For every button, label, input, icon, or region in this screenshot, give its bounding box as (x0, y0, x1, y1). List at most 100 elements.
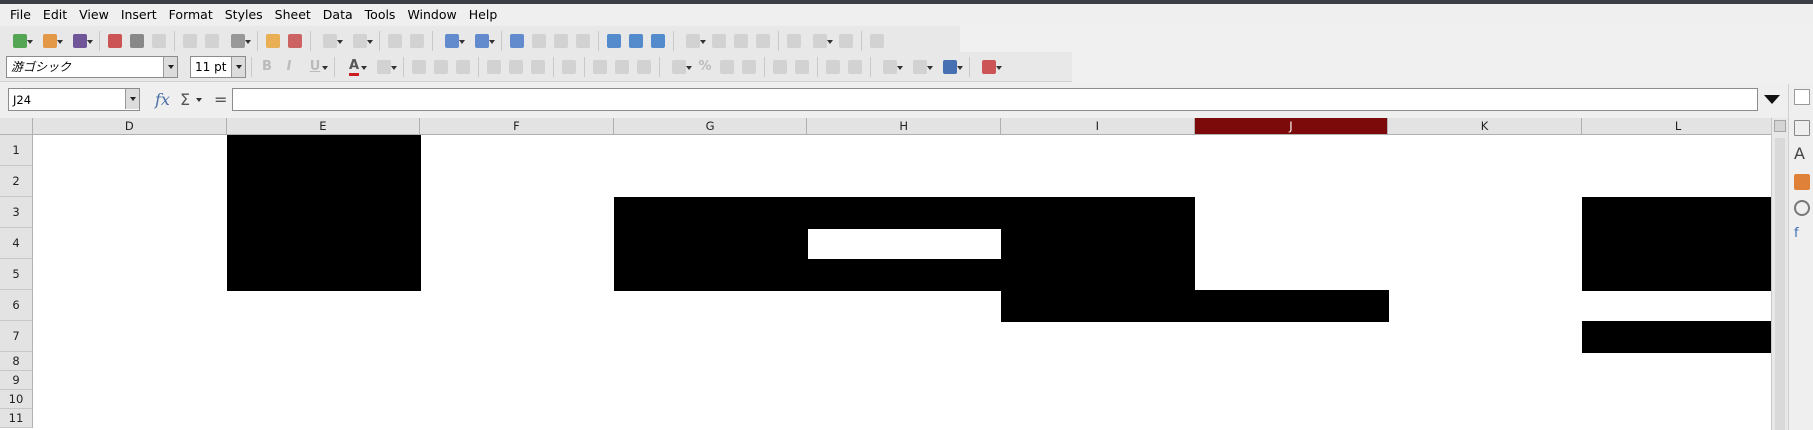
currency-format-icon[interactable] (665, 57, 693, 77)
formula-input[interactable] (232, 88, 1758, 111)
expand-formula-bar-icon[interactable] (1758, 88, 1786, 111)
formula-icon[interactable]: = (214, 90, 227, 109)
unmerge-cells-icon[interactable] (634, 57, 654, 77)
filled-cell-l5[interactable] (1581, 259, 1771, 291)
export-pdf-icon[interactable] (105, 31, 125, 51)
name-box[interactable]: J24 (8, 88, 140, 111)
page-icon[interactable] (1794, 120, 1810, 136)
align-center-icon[interactable] (431, 57, 451, 77)
column-header-d[interactable]: D (33, 118, 227, 135)
sort-icon[interactable] (507, 31, 527, 51)
redo-icon[interactable] (346, 31, 374, 51)
menu-view[interactable]: View (73, 4, 115, 26)
row-header-3[interactable]: 3 (0, 197, 33, 228)
column-header-j[interactable]: J (1194, 118, 1389, 135)
cut-icon[interactable] (180, 31, 200, 51)
filled-cell-j6[interactable] (1194, 290, 1389, 322)
undo-icon[interactable] (316, 31, 344, 51)
column-header-l[interactable]: L (1581, 118, 1771, 135)
borders-icon[interactable] (876, 57, 904, 77)
row-icon[interactable] (438, 31, 466, 51)
row-header-1[interactable]: 1 (0, 135, 33, 166)
filled-cell-e1[interactable] (226, 135, 421, 167)
menu-tools[interactable]: Tools (359, 4, 402, 26)
italic-icon[interactable]: I (279, 57, 299, 77)
scroll-up-arrow[interactable] (1774, 120, 1786, 132)
special-character-icon[interactable] (679, 31, 707, 51)
bold-icon[interactable]: B (257, 57, 277, 77)
highlight-color-icon[interactable] (370, 57, 398, 77)
save-icon[interactable] (66, 31, 94, 51)
column-header-h[interactable]: H (807, 118, 1001, 135)
print-icon[interactable] (127, 31, 147, 51)
insert-chart-icon[interactable] (626, 31, 646, 51)
properties-icon[interactable] (1794, 89, 1810, 105)
clone-format-icon[interactable] (263, 31, 283, 51)
row-header-8[interactable]: 8 (0, 352, 33, 371)
navigator-icon[interactable] (1794, 200, 1810, 216)
split-window-icon[interactable] (836, 31, 856, 51)
menu-window[interactable]: Window (401, 4, 462, 26)
column-icon[interactable] (468, 31, 496, 51)
filled-cell-i5[interactable] (1001, 259, 1196, 291)
column-header-k[interactable]: K (1388, 118, 1582, 135)
column-header-e[interactable]: E (226, 118, 421, 135)
select-all-corner[interactable] (0, 118, 33, 135)
spreadsheet-grid[interactable]: D E F G H I J K L 1 2 3 4 5 6 7 8 9 10 11 (0, 118, 1771, 430)
menu-file[interactable]: File (4, 4, 37, 26)
date-format-icon[interactable] (739, 57, 759, 77)
function-wizard-icon[interactable]: fx (155, 90, 170, 109)
chevron-down-icon[interactable] (125, 89, 139, 109)
wrap-text-icon[interactable] (559, 57, 579, 77)
filled-cell-i6[interactable] (1001, 290, 1196, 322)
merge-center-icon[interactable] (590, 57, 610, 77)
filled-cell-g4[interactable] (613, 228, 808, 260)
border-color-icon[interactable] (936, 57, 964, 77)
align-right-icon[interactable] (453, 57, 473, 77)
menu-sheet[interactable]: Sheet (269, 4, 317, 26)
decrease-indent-icon[interactable] (845, 57, 865, 77)
print-preview-icon[interactable] (149, 31, 169, 51)
filled-cell-e2[interactable] (226, 166, 421, 198)
filled-cell-i4[interactable] (1001, 228, 1196, 260)
chevron-down-icon[interactable] (196, 98, 202, 102)
filled-cell-i3[interactable] (1001, 197, 1196, 229)
row-header-7[interactable]: 7 (0, 321, 33, 352)
filled-cell-h3[interactable] (807, 197, 1002, 229)
filled-cell-e3[interactable] (226, 197, 421, 229)
headers-footers-icon[interactable] (753, 31, 773, 51)
scrollbar-thumb[interactable] (1775, 138, 1785, 430)
functions-icon[interactable]: f (1794, 226, 1810, 242)
define-print-area-icon[interactable] (784, 31, 804, 51)
paste-icon[interactable] (224, 31, 252, 51)
menu-data[interactable]: Data (317, 4, 359, 26)
freeze-rows-columns-icon[interactable] (806, 31, 834, 51)
delete-decimal-icon[interactable] (792, 57, 812, 77)
font-color-icon[interactable]: A (340, 57, 368, 77)
clear-format-icon[interactable] (285, 31, 305, 51)
chevron-down-icon[interactable] (163, 56, 177, 77)
open-icon[interactable] (36, 31, 64, 51)
align-top-icon[interactable] (484, 57, 504, 77)
menu-edit[interactable]: Edit (37, 4, 73, 26)
row-header-5[interactable]: 5 (0, 259, 33, 290)
border-style-icon[interactable] (906, 57, 934, 77)
sort-ascending-icon[interactable] (529, 31, 549, 51)
filled-cell-g3[interactable] (613, 197, 808, 229)
align-bottom-icon[interactable] (528, 57, 548, 77)
sum-icon[interactable]: Σ (180, 90, 190, 109)
font-name-combo[interactable]: 游ゴシック (6, 55, 178, 78)
menu-help[interactable]: Help (463, 4, 504, 26)
menu-insert[interactable]: Insert (115, 4, 163, 26)
gallery-icon[interactable] (1794, 174, 1810, 190)
font-size-combo[interactable]: 11 pt (190, 55, 246, 78)
row-header-9[interactable]: 9 (0, 371, 33, 390)
align-middle-icon[interactable] (506, 57, 526, 77)
new-icon[interactable] (6, 31, 34, 51)
filled-cell-l3[interactable] (1581, 197, 1771, 229)
column-header-f[interactable]: F (420, 118, 614, 135)
align-left-icon[interactable] (409, 57, 429, 77)
spelling-icon[interactable] (407, 31, 427, 51)
merge-cells-icon[interactable] (612, 57, 632, 77)
add-decimal-icon[interactable] (770, 57, 790, 77)
